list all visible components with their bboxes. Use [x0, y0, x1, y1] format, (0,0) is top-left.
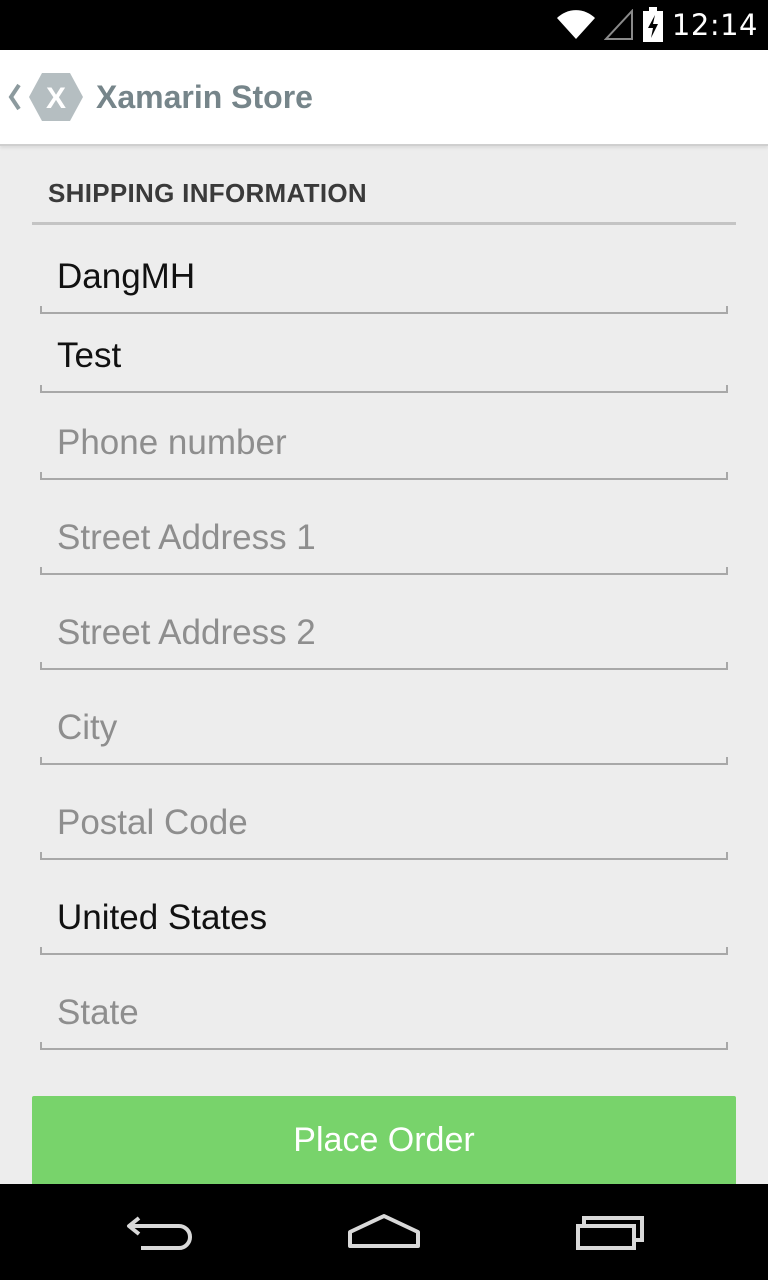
up-chevron-icon[interactable] — [8, 82, 22, 112]
country-input[interactable] — [40, 885, 728, 951]
home-icon — [348, 1214, 420, 1248]
phone-number-input[interactable] — [40, 410, 728, 476]
shipping-form: SHIPPING INFORMATION Place Order — [0, 146, 768, 1196]
place-order-button[interactable]: Place Order — [32, 1096, 736, 1196]
phone-number-field — [40, 410, 728, 480]
last-name-field — [40, 323, 728, 393]
home-button[interactable] — [324, 1184, 444, 1280]
status-icons: 12:14 — [556, 0, 758, 50]
section-header: SHIPPING INFORMATION — [32, 176, 736, 225]
recent-apps-icon — [576, 1216, 644, 1250]
action-bar: X Xamarin Store — [0, 50, 768, 146]
field-underline — [40, 757, 728, 765]
field-underline — [40, 1042, 728, 1050]
wifi-icon — [556, 10, 595, 39]
field-underline — [40, 385, 728, 393]
back-button[interactable] — [100, 1184, 220, 1280]
street-address-1-field — [40, 505, 728, 575]
navigation-bar — [0, 1184, 768, 1280]
field-underline — [40, 306, 728, 314]
battery-charging-icon — [642, 7, 663, 42]
state-field — [40, 980, 728, 1050]
recent-apps-button[interactable] — [550, 1184, 670, 1280]
field-underline — [40, 567, 728, 575]
state-input[interactable] — [40, 980, 728, 1046]
field-underline — [40, 947, 728, 955]
back-icon — [127, 1216, 192, 1250]
logo-letter: X — [46, 82, 66, 115]
street-address-2-field — [40, 600, 728, 670]
city-field — [40, 695, 728, 765]
first-name-input[interactable] — [40, 244, 728, 310]
country-field — [40, 885, 728, 955]
city-input[interactable] — [40, 695, 728, 761]
first-name-field — [40, 244, 728, 314]
section-title: SHIPPING INFORMATION — [48, 178, 367, 208]
street-address-2-input[interactable] — [40, 600, 728, 666]
xamarin-logo-icon[interactable]: X — [28, 72, 84, 122]
last-name-input[interactable] — [40, 323, 728, 389]
cell-signal-icon — [603, 9, 633, 40]
street-address-1-input[interactable] — [40, 505, 728, 571]
status-time: 12:14 — [671, 8, 758, 42]
postal-code-input[interactable] — [40, 790, 728, 856]
status-bar: 12:14 — [0, 0, 768, 50]
field-underline — [40, 852, 728, 860]
app-title: Xamarin Store — [96, 79, 313, 115]
field-underline — [40, 472, 728, 480]
postal-code-field — [40, 790, 728, 860]
field-underline — [40, 662, 728, 670]
